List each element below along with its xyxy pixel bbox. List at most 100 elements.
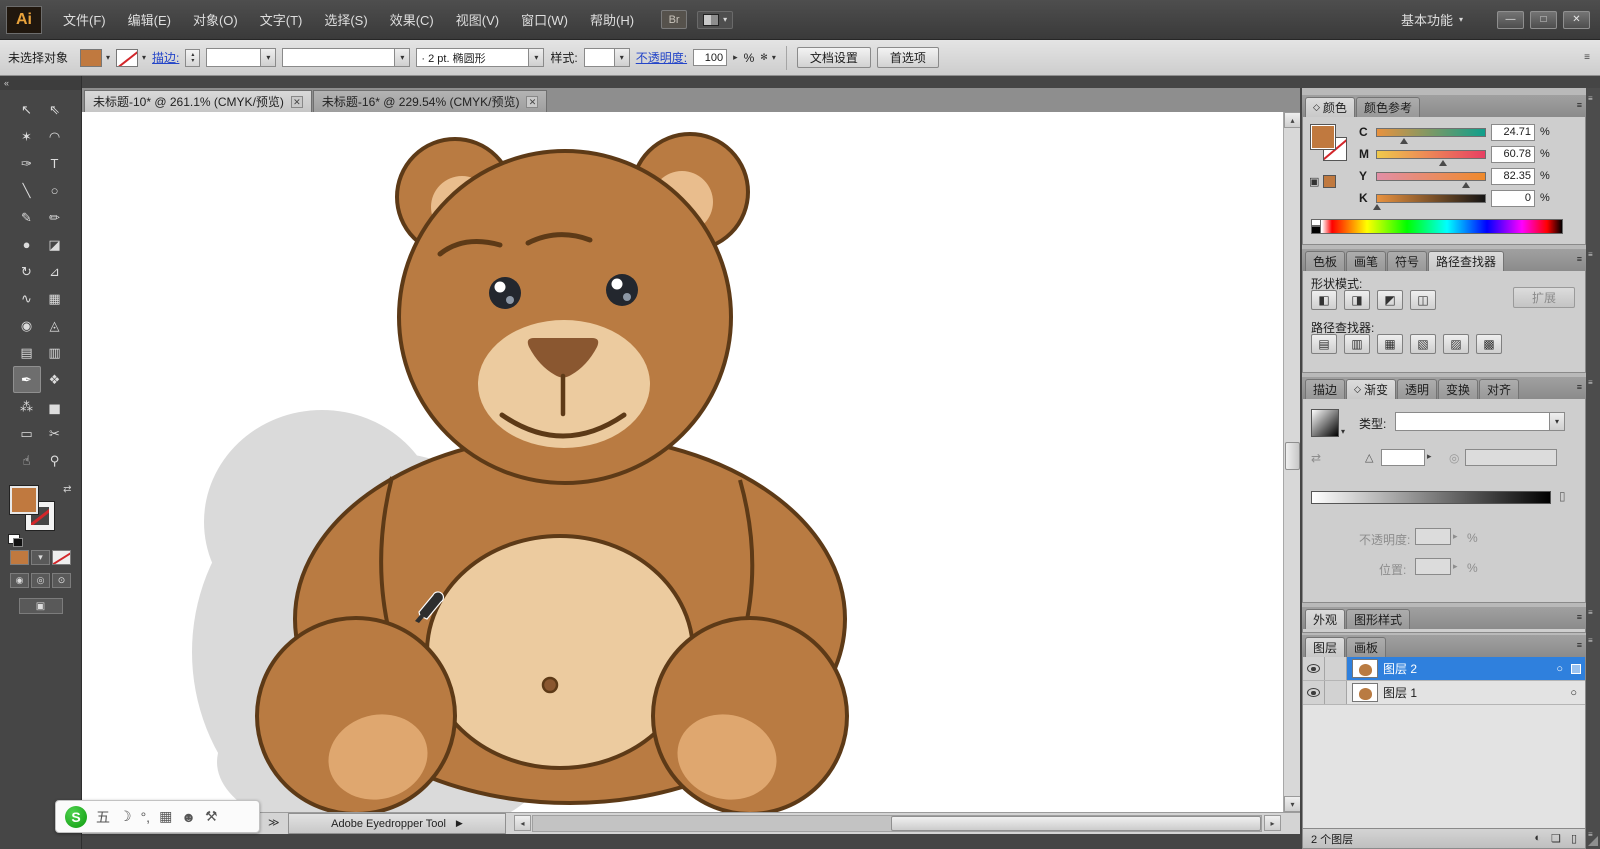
menu-select[interactable]: 选择(S) (313, 0, 378, 40)
stroke-weight-label[interactable]: 描边: (152, 49, 179, 66)
perspective-grid-tool[interactable]: ◬ (41, 312, 69, 339)
status-expand-icon[interactable]: ≫ (268, 816, 280, 829)
moon-icon[interactable]: ☽ (119, 808, 132, 825)
screen-mode-button[interactable]: ▣ (18, 598, 63, 614)
scroll-right-icon[interactable]: ▸ (1264, 815, 1281, 831)
user-icon[interactable]: ☻ (181, 809, 196, 825)
tab-brushes[interactable]: 画笔 (1346, 251, 1387, 271)
angle-stepper-icon[interactable]: ▸ (1427, 451, 1432, 462)
yellow-slider[interactable] (1376, 171, 1486, 188)
delete-stop-icon[interactable]: ▯ (1559, 489, 1566, 503)
tab-symbols[interactable]: 符号 (1387, 251, 1428, 271)
opacity-stepper-icon[interactable]: ▸ (733, 52, 738, 63)
brush-definition-select[interactable]: · 2 pt. 椭圆形 ▾ (416, 48, 545, 67)
keyboard-icon[interactable]: ▦ (159, 808, 172, 825)
new-layer-icon[interactable]: ❏ (1551, 832, 1561, 845)
chevron-down-icon[interactable]: ▾ (1341, 427, 1345, 436)
stroke-profile-select[interactable]: ▾ (206, 48, 277, 67)
gradient-slider-bar[interactable] (1311, 491, 1551, 504)
tab-color-guide[interactable]: 颜色参考 (1355, 97, 1420, 117)
illustrator-logo[interactable]: Ai (6, 5, 42, 34)
divide-button[interactable]: ▤ (1311, 334, 1337, 354)
gradient-tool[interactable]: ▥ (41, 339, 69, 366)
close-icon[interactable]: ✕ (290, 95, 303, 108)
swap-fill-stroke-icon[interactable]: ⇄ (63, 484, 71, 495)
chevron-down-icon[interactable]: ▾ (260, 49, 276, 66)
bridge-icon[interactable]: Br (661, 10, 688, 29)
ime-mode-label[interactable]: 五 (96, 807, 110, 827)
selection-tool[interactable]: ↖ (13, 96, 41, 123)
draw-normal-button[interactable]: ◉ (10, 573, 29, 588)
document-tab[interactable]: 未标题-10* @ 261.1% (CMYK/预览) ✕ (84, 90, 312, 112)
expand-button[interactable]: 扩展 (1513, 287, 1575, 308)
symbol-sprayer-tool[interactable]: ⁂ (13, 393, 41, 420)
cyan-slider[interactable] (1376, 127, 1486, 144)
fill-swatch[interactable] (8, 485, 39, 515)
chevron-down-icon[interactable]: ▾ (528, 49, 544, 66)
arrange-documents-button[interactable]: ▾ (697, 10, 734, 29)
chevron-down-icon[interactable]: ▾ (1549, 413, 1564, 430)
type-tool[interactable]: T (41, 150, 69, 177)
horizontal-scroll-thumb[interactable] (891, 816, 1261, 831)
opacity-label[interactable]: 不透明度: (636, 49, 687, 66)
panel-fill-swatch[interactable] (1310, 124, 1336, 150)
tab-color[interactable]: ◇ 颜色 (1305, 97, 1355, 117)
chevron-down-icon[interactable]: ▾ (106, 53, 110, 62)
panel-collapse-icon[interactable]: ≡ (1588, 378, 1593, 387)
exclude-button[interactable]: ◫ (1410, 290, 1436, 310)
none-mode-button[interactable] (52, 550, 71, 565)
magic-wand-tool[interactable]: ✶ (13, 123, 41, 150)
aspect-ratio-input[interactable] (1465, 449, 1557, 466)
panel-menu-icon[interactable]: ≡ (1577, 254, 1582, 264)
zoom-tool[interactable]: ⚲ (41, 447, 69, 474)
document-setup-button[interactable]: 文档设置 (796, 47, 871, 68)
visibility-toggle[interactable] (1303, 681, 1325, 704)
intersect-button[interactable]: ◩ (1377, 290, 1403, 310)
graph-tool[interactable]: ▅ (41, 393, 69, 420)
slider-handle[interactable] (1399, 134, 1408, 144)
stepper-down-icon[interactable]: ▾ (191, 58, 194, 64)
direct-selection-tool[interactable]: ⇖ (41, 96, 69, 123)
resize-grip[interactable] (1588, 836, 1598, 846)
out-of-gamut-warning[interactable]: ▣ (1309, 175, 1337, 188)
free-transform-tool[interactable]: ▦ (41, 285, 69, 312)
close-button[interactable]: ✕ (1563, 10, 1590, 29)
scroll-up-icon[interactable]: ▴ (1284, 112, 1300, 128)
gradient-location-input[interactable] (1415, 558, 1451, 575)
collapse-panel-icon[interactable]: « (0, 76, 81, 90)
restore-button[interactable]: □ (1530, 10, 1557, 29)
tab-transparency[interactable]: 透明 (1396, 379, 1437, 399)
layer-thumbnail[interactable] (1352, 659, 1378, 678)
vertical-scroll-thumb[interactable] (1285, 442, 1300, 470)
variable-width-select[interactable]: ▾ (282, 48, 411, 67)
minus-back-button[interactable]: ▩ (1476, 334, 1502, 354)
yellow-value-input[interactable]: 82.35 (1491, 167, 1535, 185)
gradient-type-select[interactable]: ▾ (1395, 412, 1565, 431)
scale-tool[interactable]: ⊿ (41, 258, 69, 285)
default-fill-stroke-icon[interactable] (7, 534, 23, 547)
make-clip-mask-icon[interactable]: ◐ (1534, 832, 1541, 845)
sogou-logo-icon[interactable]: S (65, 805, 87, 828)
minimize-button[interactable]: — (1497, 10, 1524, 29)
menu-effect[interactable]: 效果(C) (379, 0, 445, 40)
color-mode-button[interactable] (10, 550, 29, 565)
opacity-input[interactable]: 100 (693, 49, 728, 66)
canvas[interactable]: ▴ ▾ (82, 112, 1300, 812)
magenta-value-input[interactable]: 60.78 (1491, 145, 1535, 163)
panel-menu-icon[interactable]: ≡ (1577, 100, 1582, 110)
status-menu-icon[interactable]: ▶ (456, 818, 463, 829)
gradient-angle-input[interactable] (1381, 449, 1425, 466)
chevron-down-icon[interactable]: ▾ (772, 53, 776, 62)
tab-transform[interactable]: 变换 (1437, 379, 1478, 399)
blend-tool[interactable]: ❖ (41, 366, 69, 393)
tab-stroke[interactable]: 描边 (1305, 379, 1346, 399)
cyan-value-input[interactable]: 24.71 (1491, 123, 1535, 141)
vertical-scrollbar[interactable]: ▴ ▾ (1283, 112, 1300, 812)
panel-menu-icon[interactable]: ≡ (1577, 382, 1582, 392)
white-swatch[interactable] (1311, 219, 1321, 226)
visibility-toggle[interactable] (1303, 657, 1325, 680)
chevron-down-icon[interactable]: ▾ (613, 49, 629, 66)
rotate-tool[interactable]: ↻ (13, 258, 41, 285)
menu-window[interactable]: 窗口(W) (510, 0, 579, 40)
pen-tool[interactable]: ✑ (13, 150, 41, 177)
